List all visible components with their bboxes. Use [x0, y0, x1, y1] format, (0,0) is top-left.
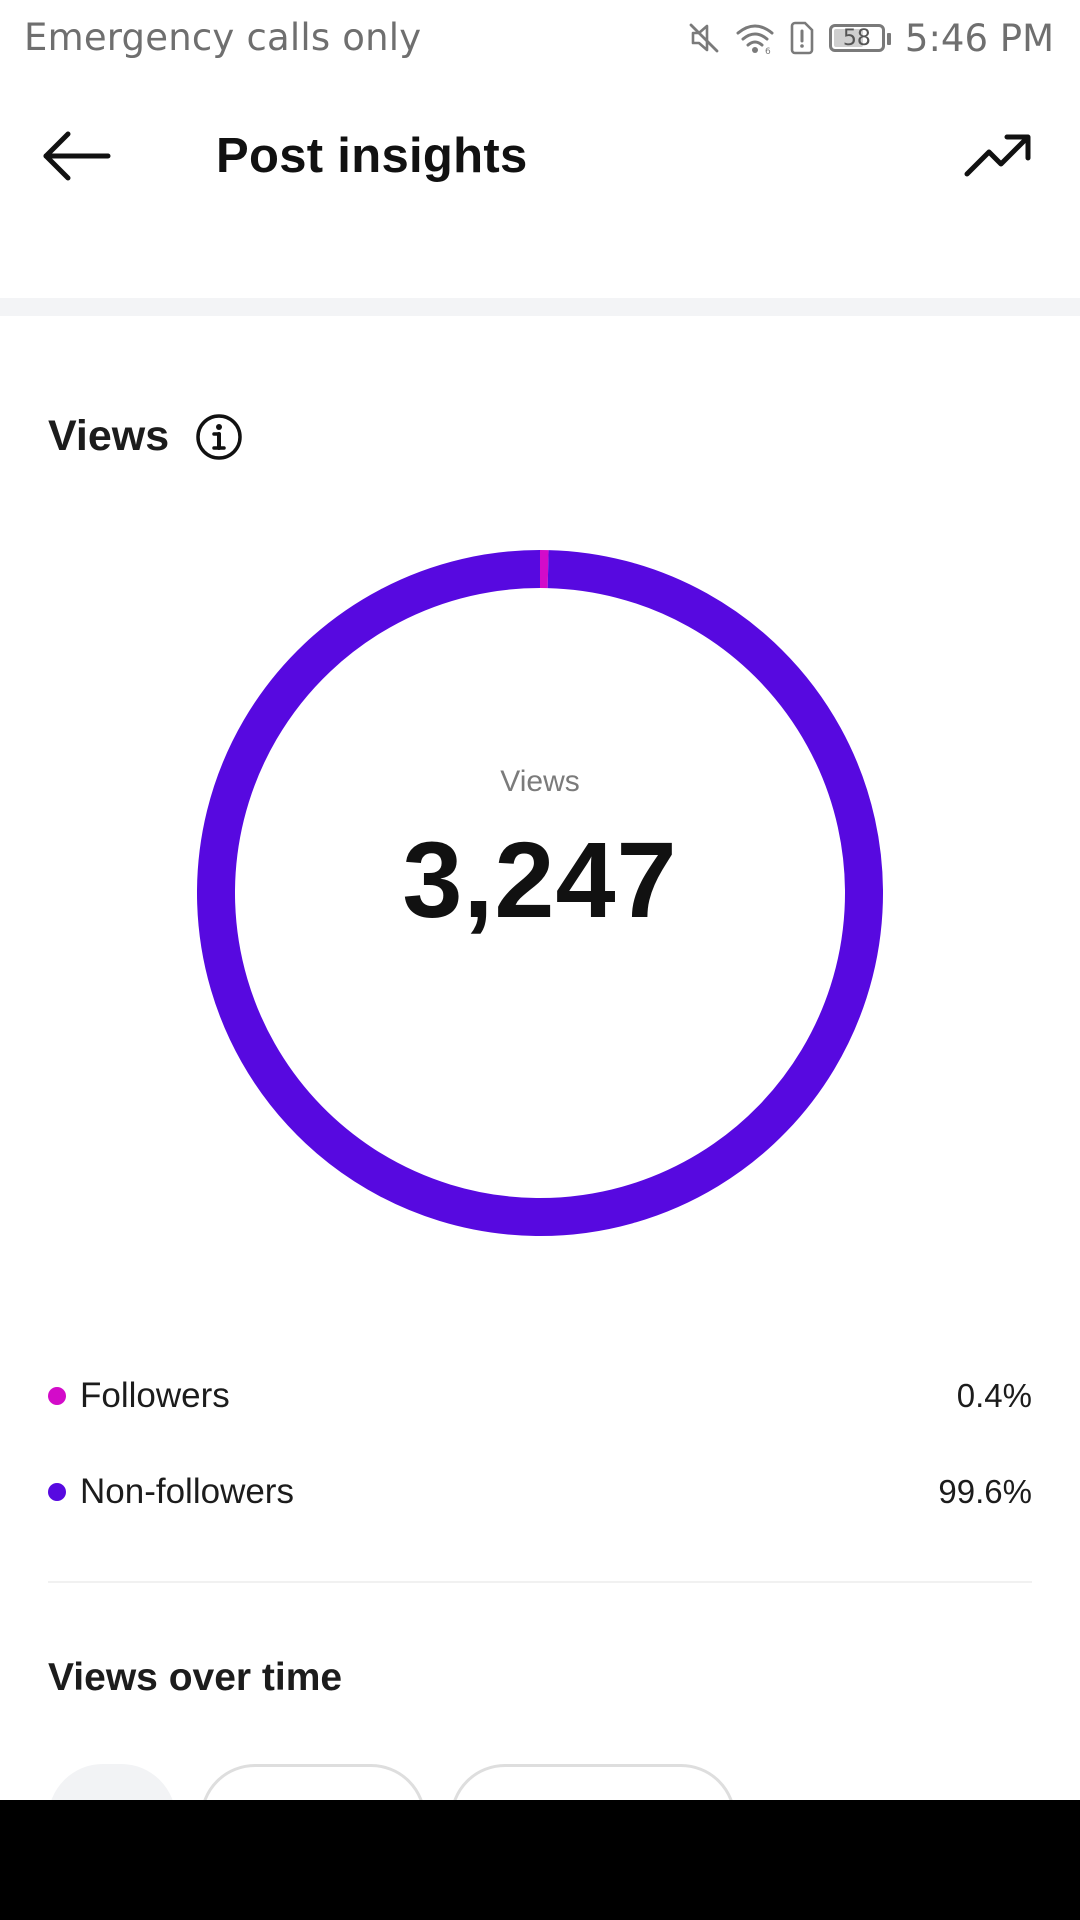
page-title: Post insights — [216, 129, 528, 183]
status-time: 5:46 PM — [904, 16, 1054, 60]
donut-center-label: Views — [500, 765, 580, 798]
carrier-status-text: Emergency calls only — [24, 16, 422, 59]
section-divider — [0, 298, 1080, 316]
battery-icon: 58 — [828, 24, 891, 52]
screen: Emergency calls only 6 58 5:46 PM Post i… — [0, 0, 1080, 1920]
system-nav-bar — [0, 1800, 1080, 1920]
wifi-icon: 6 — [735, 21, 775, 55]
divider — [48, 1581, 1032, 1583]
legend-dot-non-followers — [48, 1483, 66, 1501]
trend-button[interactable] — [960, 126, 1036, 190]
views-donut-chart: Views 3,247 — [196, 549, 884, 1237]
battery-level: 58 — [842, 25, 871, 51]
views-over-time-heading: Views over time — [48, 1656, 343, 1699]
views-heading: Views — [48, 412, 243, 461]
trending-up-icon — [963, 132, 1033, 185]
svg-text:6: 6 — [765, 47, 771, 55]
views-legend: Followers 0.4% Non-followers 99.6% — [48, 1348, 1032, 1540]
legend-label-followers: Followers — [80, 1376, 230, 1415]
mute-icon — [687, 21, 721, 55]
legend-row-non-followers: Non-followers 99.6% — [48, 1444, 1032, 1540]
legend-dot-followers — [48, 1387, 66, 1405]
status-bar: Emergency calls only 6 58 5:46 PM — [0, 0, 1080, 76]
donut-center-value: 3,247 — [402, 819, 678, 940]
status-icons: 6 58 5:46 PM — [687, 14, 1054, 62]
app-header: Post insights — [0, 76, 1080, 236]
legend-value-followers: 0.4% — [956, 1377, 1032, 1414]
arrow-left-icon — [40, 130, 112, 187]
legend-value-non-followers: 99.6% — [938, 1473, 1032, 1510]
legend-row-followers: Followers 0.4% — [48, 1348, 1032, 1444]
back-button[interactable] — [40, 126, 130, 190]
legend-label-non-followers: Non-followers — [80, 1472, 294, 1511]
views-heading-text: Views — [48, 412, 170, 460]
info-icon[interactable] — [195, 413, 243, 461]
sim-alert-icon — [789, 21, 815, 55]
